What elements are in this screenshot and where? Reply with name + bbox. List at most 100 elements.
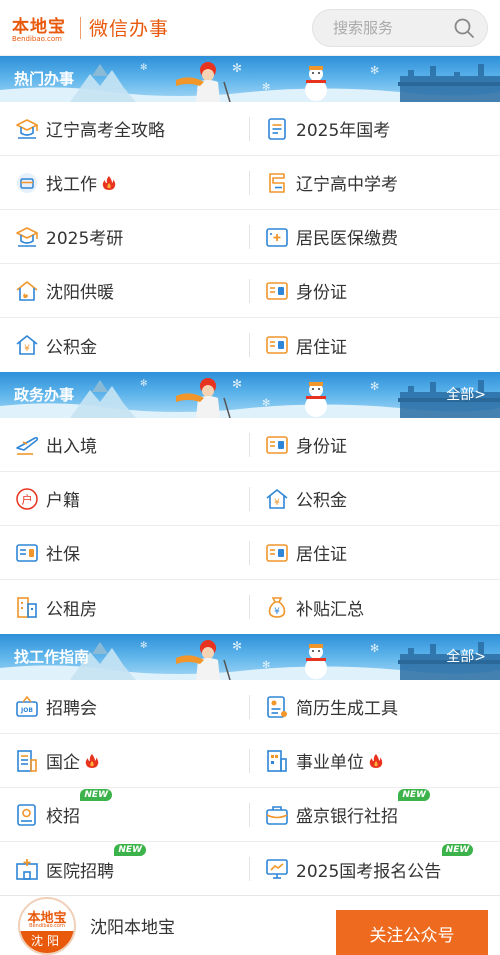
job-card-icon — [17, 172, 37, 193]
bendibao-logo: 本地宝 Bendibao.com — [12, 12, 72, 43]
service-label: 身份证 — [296, 437, 347, 457]
search-box[interactable]: 搜索服务 — [312, 8, 488, 47]
svg-text:JOB: JOB — [20, 707, 33, 714]
service-label: 沈阳供暖 — [46, 283, 114, 303]
service-item[interactable]: ¥ 补贴汇总 — [250, 580, 500, 634]
company-building-icon — [17, 749, 37, 772]
service-label: 简历生成工具 — [296, 699, 398, 719]
new-tag: NEW — [398, 789, 430, 801]
svg-text:户: 户 — [22, 492, 33, 506]
sections-container: ✻ ✻ ✻ ✻ 热门办事辽宁高考全攻略 2025年国考 找工作 辽宁高中学考 2025考… — [0, 56, 500, 896]
service-row: 医院招聘 NEW 2025国考报名公告 NEW — [0, 842, 500, 896]
bank-briefcase-icon — [266, 805, 288, 825]
svg-text:✻: ✻ — [262, 660, 270, 671]
hot-fire-icon — [369, 753, 383, 768]
service-item[interactable]: ¥ 公积金 — [250, 472, 500, 525]
service-item[interactable]: 辽宁高考全攻略 — [0, 102, 250, 155]
follow-account-button[interactable]: 关注公众号 — [336, 910, 488, 955]
house-heating-icon — [16, 280, 38, 301]
house-fund-icon: ¥ — [16, 335, 38, 355]
service-item[interactable]: 居住证 — [250, 526, 500, 579]
medical-insurance-icon — [266, 227, 288, 247]
graduation-cap-icon — [16, 118, 38, 139]
service-label: 2025考研 — [46, 229, 124, 249]
service-label: 辽宁高中学考 — [296, 175, 398, 195]
footer-bar: 本地宝 Bendibao.com 沈阳 沈阳本地宝 关注公众号 — [0, 895, 500, 955]
service-item[interactable]: 找工作 — [0, 156, 250, 209]
id-card-icon — [266, 281, 288, 300]
search-input[interactable]: 搜索服务 — [333, 17, 453, 38]
new-badge-wrap: 校招 NEW — [46, 789, 112, 827]
service-item[interactable]: 盛京银行社招 NEW — [250, 788, 500, 841]
service-item[interactable]: 辽宁高中学考 — [250, 156, 500, 209]
service-item[interactable]: ¥ 公积金 — [0, 318, 250, 372]
service-item[interactable]: 居住证 — [250, 318, 500, 372]
social-security-card-icon — [16, 543, 38, 562]
service-label: 出入境 — [46, 437, 97, 457]
service-item[interactable]: JOB 招聘会 — [0, 680, 250, 733]
service-item[interactable]: 2025年国考 — [250, 102, 500, 155]
service-label: 社保 — [46, 545, 80, 565]
id-card-icon — [266, 336, 288, 354]
view-all-link[interactable]: 全部> — [446, 646, 486, 666]
service-label: 事业单位 — [296, 753, 364, 773]
service-item[interactable]: 2025国考报名公告 NEW — [250, 842, 500, 896]
service-grid: 出入境 身份证户户籍 ¥ 公积金 社保 居住证 公租房 ¥ 补贴汇总 — [0, 418, 500, 634]
svg-text:¥: ¥ — [24, 344, 30, 354]
service-label: 2025国考报名公告 — [296, 861, 442, 882]
service-row: 2025考研 居民医保缴费 — [0, 210, 500, 264]
svg-text:✻: ✻ — [262, 82, 270, 93]
service-item[interactable]: 社保 — [0, 526, 250, 579]
service-label: 医院招聘 — [46, 861, 114, 882]
service-label: 盛京银行社招 — [296, 807, 398, 827]
service-label: 公租房 — [46, 599, 97, 620]
service-label: 校招 — [46, 807, 80, 827]
svg-text:✻: ✻ — [140, 641, 148, 651]
service-label: 居住证 — [296, 337, 347, 358]
money-bag-icon: ¥ — [268, 597, 286, 618]
service-item[interactable]: 医院招聘 NEW — [0, 842, 250, 896]
new-tag: NEW — [80, 789, 112, 801]
svg-text:✻: ✻ — [262, 398, 270, 409]
service-item[interactable]: 居民医保缴费 — [250, 210, 500, 263]
svg-text:✻: ✻ — [232, 61, 242, 75]
house-fund-icon: ¥ — [266, 488, 288, 509]
service-item[interactable]: 出入境 — [0, 418, 250, 471]
banner-illustration: ✻ ✻ ✻ ✻ — [0, 61, 500, 102]
service-row: JOB 招聘会 简历生成工具 — [0, 680, 500, 734]
service-item[interactable]: 2025考研 — [0, 210, 250, 263]
service-label: 国企 — [46, 753, 80, 773]
service-label: 户籍 — [46, 491, 80, 511]
service-label: 辽宁高考全攻略 — [46, 121, 165, 141]
monitor-icon — [266, 859, 288, 879]
exam-paper-icon — [269, 172, 285, 193]
avatar-logo-sub: Bendibao.com — [29, 922, 65, 929]
office-building-icon — [267, 749, 287, 772]
service-item[interactable]: 户户籍 — [0, 472, 250, 525]
section-banner: ✻ ✻ ✻ ✻ 热门办事 — [0, 56, 500, 102]
service-item[interactable]: 身份证 — [250, 264, 500, 317]
new-badge-wrap: 医院招聘 NEW — [46, 843, 146, 882]
view-all-link[interactable]: 全部> — [446, 384, 486, 404]
service-row: ¥ 公积金 居住证 — [0, 318, 500, 372]
service-row: 公租房 ¥ 补贴汇总 — [0, 580, 500, 634]
service-item[interactable]: 公租房 — [0, 580, 250, 634]
airplane-icon — [16, 436, 39, 455]
account-avatar[interactable]: 本地宝 Bendibao.com 沈阳 — [18, 896, 76, 955]
service-item[interactable]: 沈阳供暖 — [0, 264, 250, 317]
service-row: 校招 NEW 盛京银行社招 NEW — [0, 788, 500, 842]
service-item[interactable]: 事业单位 — [250, 734, 500, 787]
exam-document-icon — [268, 117, 286, 140]
service-item[interactable]: 校招 NEW — [0, 788, 250, 841]
new-tag: NEW — [114, 843, 146, 856]
page-title: 微信办事 — [89, 18, 170, 40]
svg-text:✻: ✻ — [370, 380, 379, 393]
service-item[interactable]: 国企 — [0, 734, 250, 787]
service-grid: JOB 招聘会 简历生成工具 国企 事业单位 校招 NEW 盛京银行社招 NEW 医院招聘 NEW 2… — [0, 680, 500, 896]
search-icon[interactable] — [453, 17, 475, 39]
service-item[interactable]: 身份证 — [250, 418, 500, 471]
service-row: 沈阳供暖 身份证 — [0, 264, 500, 318]
logo-sub-text: Bendibao.com — [12, 35, 63, 43]
service-row: 社保 居住证 — [0, 526, 500, 580]
service-item[interactable]: 简历生成工具 — [250, 680, 500, 733]
